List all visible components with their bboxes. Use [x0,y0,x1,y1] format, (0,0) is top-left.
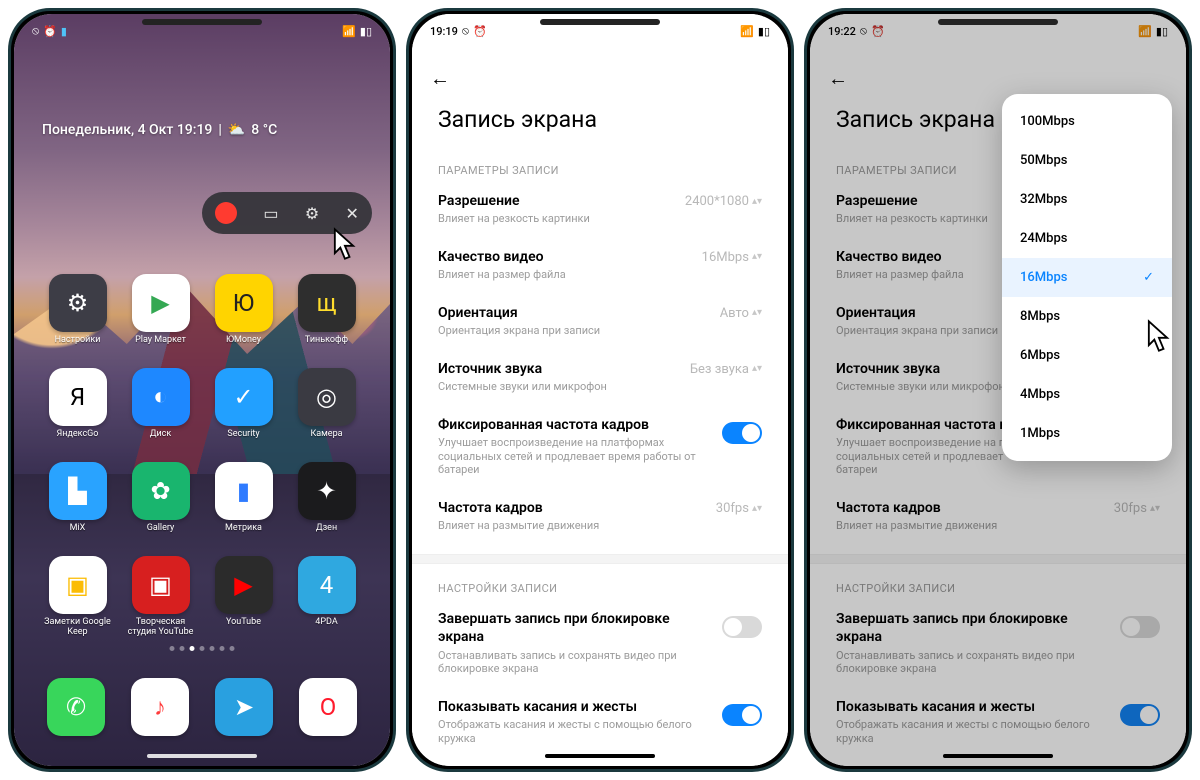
app-Заметки-Google-Keep[interactable]: ▣Заметки Google Keep [36,556,119,638]
app-Диск[interactable]: ◐Диск [119,368,202,440]
bitrate-option-1Mbps[interactable]: 1Mbps [1002,414,1172,453]
phone-home: ⦸ ⏰ ▮ 📶 ▮▯ Понедельник, 4 Окт 19:19 | ⛅ … [8,8,396,772]
battery-icon: ▮▯ [1156,25,1168,38]
app-Камера[interactable]: ◎Камера [285,368,368,440]
page-indicator [170,646,235,651]
switch-lock[interactable] [722,616,762,638]
app-ЮMoney[interactable]: ЮЮMoney [202,274,285,346]
row-touch[interactable]: Показывать касания и жесты Отображать ка… [810,687,1186,757]
date-weather[interactable]: Понедельник, 4 Окт 19:19 | ⛅ 8 °C [42,122,277,138]
app-Метрика[interactable]: ▮Метрика [202,462,285,534]
signal-icon: 📶 [342,25,356,38]
dock-app-2[interactable]: ➤ [215,678,273,736]
home-indicator[interactable] [545,754,655,758]
record-button[interactable] [215,202,237,224]
dnd-icon: ⦸ [32,24,39,38]
app-Тинькофф[interactable]: щТинькофф [285,274,368,346]
alarm-icon: ⏰ [43,25,57,38]
bitrate-option-16Mbps[interactable]: 16Mbps [1002,258,1172,297]
app-MiX[interactable]: ▙MiX [36,462,119,534]
app-ЯндексGo[interactable]: ЯЯндексGo [36,368,119,440]
back-button[interactable]: ← [430,66,450,91]
status-bar: ⦸ ⏰ ▮ 📶 ▮▯ [14,14,390,44]
app-Творческая-студия-YouTube[interactable]: ▣Творческая студия YouTube [119,556,202,638]
switch-fixed-fps[interactable] [722,422,762,444]
battery-icon: ▮▯ [758,25,770,38]
dock-app-0[interactable]: ✆ [47,678,105,736]
home-indicator[interactable] [147,754,257,758]
recorder-close-icon[interactable]: ✕ [345,204,358,223]
bitrate-option-50Mbps[interactable]: 50Mbps [1002,141,1172,180]
home-indicator[interactable] [943,754,1053,758]
bitrate-option-8Mbps[interactable]: 8Mbps [1002,297,1172,336]
row-touch[interactable]: Показывать касания и жесты Отображать ка… [412,687,788,757]
alarm-icon: ⏰ [871,25,885,38]
bitrate-option-32Mbps[interactable]: 32Mbps [1002,180,1172,219]
switch-lock[interactable] [1120,616,1160,638]
app-4PDA[interactable]: 44PDA [285,556,368,638]
page-title: Запись экрана [836,106,995,133]
recorder-settings-icon[interactable]: ⚙ [305,204,319,223]
app-YouTube[interactable]: ▶YouTube [202,556,285,638]
section-header-rec: НАСТРОЙКИ ЗАПИСИ [412,582,788,595]
quality-popup: 100Mbps50Mbps32Mbps24Mbps16Mbps8Mbps6Mbp… [1002,94,1172,461]
row-quality[interactable]: Качество видео Влияет на размер файла 16… [412,237,788,293]
recorder-files-icon[interactable]: ▭ [263,204,278,223]
signal-icon: 📶 [1138,25,1152,38]
row-orientation[interactable]: Ориентация Ориентация экрана при записи … [412,293,788,349]
row-fps[interactable]: Частота кадров Влияет на размытие движен… [810,488,1186,544]
switch-touch[interactable] [1120,704,1160,726]
app-Play-Маркет[interactable]: ▶Play Маркет [119,274,202,346]
dnd-icon: ⦸ [860,24,867,38]
row-resolution[interactable]: Разрешение Влияет на резкость картинки 2… [412,181,788,237]
app-Gallery[interactable]: ✿Gallery [119,462,202,534]
phone-settings: 19:19 ⦸ ⏰ 📶 ▮▯ ← Запись экрана ПАРАМЕТРЫ… [406,8,794,772]
section-header-params: ПАРАМЕТРЫ ЗАПИСИ [412,164,788,177]
bitrate-option-100Mbps[interactable]: 100Mbps [1002,102,1172,141]
app-Security[interactable]: ✓Security [202,368,285,440]
battery-icon: ▮▯ [360,25,372,38]
bitrate-option-4Mbps[interactable]: 4Mbps [1002,375,1172,414]
app-Дзен[interactable]: ✦Дзен [285,462,368,534]
bitrate-option-24Mbps[interactable]: 24Mbps [1002,219,1172,258]
row-fps[interactable]: Частота кадров Влияет на размытие движен… [412,488,788,544]
status-bar: 19:22 ⦸ ⏰ 📶 ▮▯ [810,14,1186,44]
row-lock[interactable]: Завершать запись при блокировке экрана О… [810,599,1186,687]
dnd-icon: ⦸ [462,24,469,38]
row-lock[interactable]: Завершать запись при блокировке экрана О… [412,599,788,687]
row-fixed-fps[interactable]: Фиксированная частота кадров Улучшает во… [412,405,788,488]
signal-icon: 📶 [740,25,754,38]
rec-indicator-icon: ▮ [61,25,67,38]
weather-icon: ⛅ [228,122,245,138]
app-Настройки[interactable]: ⚙Настройки [36,274,119,346]
phone-settings-popup: 19:22 ⦸ ⏰ 📶 ▮▯ ← Запись экрана ПАРАМЕТРЫ… [804,8,1192,772]
recorder-toolbar: ▭ ⚙ ✕ [202,192,372,234]
switch-touch[interactable] [722,704,762,726]
dock-app-3[interactable]: O [299,678,357,736]
alarm-icon: ⏰ [473,25,487,38]
row-audio[interactable]: Источник звука Системные звуки или микро… [412,349,788,405]
page-title: Запись экрана [438,106,597,133]
status-bar: 19:19 ⦸ ⏰ 📶 ▮▯ [412,14,788,44]
bitrate-option-6Mbps[interactable]: 6Mbps [1002,336,1172,375]
dock-app-1[interactable]: ♪ [131,678,189,736]
back-button[interactable]: ← [828,66,848,91]
